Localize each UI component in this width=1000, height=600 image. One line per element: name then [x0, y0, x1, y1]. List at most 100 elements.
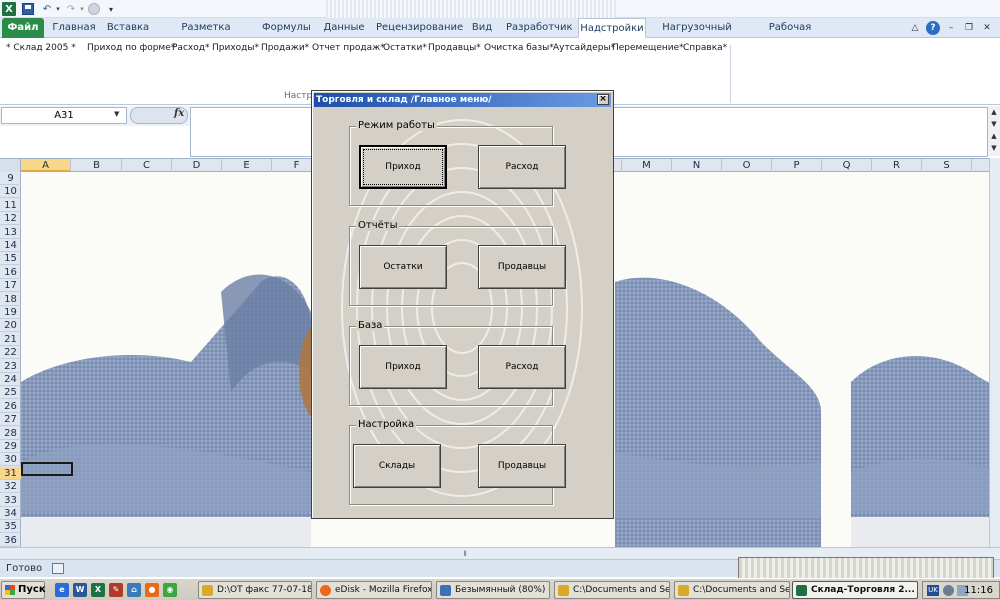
word-icon[interactable]: W [73, 583, 87, 597]
taskbar-item-documents-2[interactable]: C:\Documents and Set... [674, 581, 790, 599]
menu-item-otchet-prodazh[interactable]: Отчет продаж* [312, 42, 385, 54]
row-header[interactable]: 14 [0, 239, 21, 252]
name-box[interactable]: A31 [1, 107, 127, 124]
insert-function-icon[interactable]: fx [174, 108, 184, 119]
row-header[interactable]: 24 [0, 373, 21, 386]
network-icon[interactable]: ⌂ [127, 583, 141, 597]
name-box-dropdown-icon[interactable]: ▼ [114, 110, 119, 118]
row-header[interactable]: 16 [0, 266, 21, 279]
column-header[interactable]: C [122, 159, 172, 172]
dialog-close-button[interactable]: × [597, 94, 609, 105]
row-header[interactable]: 17 [0, 279, 21, 293]
tab-home[interactable]: Главная [52, 18, 96, 38]
row-header[interactable]: 29 [0, 440, 21, 453]
settings-sklady-button[interactable]: Склады [353, 444, 441, 488]
settings-prodavtsy-button[interactable]: Продавцы [478, 444, 566, 488]
row-header[interactable]: 25 [0, 386, 21, 400]
clock[interactable]: 11:16 [964, 585, 993, 596]
menu-item-raskhod[interactable]: Расход* [172, 42, 209, 54]
tab-view[interactable]: Вид [468, 18, 496, 38]
vertical-scrollbar[interactable] [989, 158, 1000, 547]
row-header[interactable]: 18 [0, 293, 21, 306]
row-header[interactable]: 26 [0, 400, 21, 413]
tab-load-test[interactable]: Нагрузочный тест [654, 18, 740, 53]
menu-item-ostatki[interactable]: Остатки* [383, 42, 427, 54]
dialog-title-bar[interactable]: Торговля и склад /Главное меню/ × [314, 93, 611, 107]
column-header[interactable]: P [772, 159, 822, 172]
menu-item-prodazhi[interactable]: Продажи* [261, 42, 309, 54]
row-header[interactable]: 19 [0, 306, 21, 319]
tab-insert[interactable]: Вставка [106, 18, 150, 38]
column-header[interactable]: R [872, 159, 922, 172]
language-indicator[interactable]: UK [927, 585, 939, 596]
row-header[interactable]: 33 [0, 494, 21, 507]
select-all-corner[interactable] [0, 159, 21, 172]
tab-data[interactable]: Данные [322, 18, 366, 38]
tray-app-icon[interactable] [943, 585, 954, 596]
tab-add-ins[interactable]: Надстройки [578, 18, 646, 38]
row-header[interactable]: 23 [0, 360, 21, 373]
database-raskhod-button[interactable]: Расход [478, 345, 566, 389]
taskbar-item-folder-fax[interactable]: D:\OT факс 77-07-18 [198, 581, 312, 599]
taskbar-item-documents-1[interactable]: C:\Documents and Set... [554, 581, 670, 599]
column-header[interactable]: Q [822, 159, 872, 172]
column-header[interactable]: S [922, 159, 972, 172]
tab-developer[interactable]: Разработчик [506, 18, 573, 38]
taskbar-item-excel[interactable]: Склад-Торговля 2... [792, 581, 918, 599]
column-header[interactable]: M [622, 159, 672, 172]
quick-action-icon[interactable] [88, 3, 100, 15]
column-header[interactable]: B [72, 159, 122, 172]
row-header[interactable]: 21 [0, 333, 21, 346]
excel-icon[interactable]: X [91, 583, 105, 597]
undo-icon[interactable]: ↶ [40, 2, 54, 16]
row-header[interactable]: 12 [0, 212, 21, 226]
row-header[interactable]: 11 [0, 199, 21, 212]
row-header[interactable]: 32 [0, 480, 21, 494]
tab-page-layout[interactable]: Разметка страницы [160, 18, 252, 53]
work-mode-prikhod-button[interactable]: Приход [359, 145, 447, 189]
customize-quick-access-icon[interactable]: ▾ [106, 2, 116, 16]
column-header[interactable]: D [172, 159, 222, 172]
row-header[interactable]: 9 [0, 172, 21, 185]
tab-formulas[interactable]: Формулы [262, 18, 311, 38]
ie-icon[interactable]: e [55, 583, 69, 597]
menu-item-peremeshchenie[interactable]: Перемещение* [612, 42, 684, 54]
row-header[interactable]: 28 [0, 427, 21, 440]
macro-record-icon[interactable] [52, 563, 64, 574]
close-window-icon[interactable]: ✕ [980, 21, 994, 35]
excel-logo-icon[interactable]: X [2, 2, 16, 16]
row-header[interactable]: 10 [0, 185, 21, 199]
firefox-icon[interactable]: ● [145, 583, 159, 597]
row-header[interactable]: 20 [0, 319, 21, 333]
tab-workgroup[interactable]: Рабочая группа [750, 18, 830, 53]
row-header[interactable]: 35 [0, 520, 21, 534]
menu-item-spravka[interactable]: Справка* [683, 42, 727, 54]
reports-ostatki-button[interactable]: Остатки [359, 245, 447, 289]
work-mode-raskhod-button[interactable]: Расход [478, 145, 566, 189]
column-header[interactable]: A [21, 159, 71, 172]
tab-review[interactable]: Рецензирование [376, 18, 463, 38]
taskbar-item-firefox[interactable]: eDisk - Mozilla Firefox [316, 581, 432, 599]
formula-bar-expand[interactable]: ▲ ▼ ▲ ▼ [988, 106, 1000, 156]
help-icon[interactable]: ? [926, 21, 940, 35]
undo-dropdown-icon[interactable]: ▾ [54, 2, 62, 16]
chrome-icon[interactable]: ◉ [163, 583, 177, 597]
row-header[interactable]: 15 [0, 252, 21, 266]
redo-dropdown-icon[interactable]: ▾ [78, 2, 86, 16]
column-header[interactable]: E [222, 159, 272, 172]
database-prikhod-button[interactable]: Приход [359, 345, 447, 389]
row-header[interactable]: 34 [0, 507, 21, 520]
menu-item-autsaydery[interactable]: Аутсайдеры* [553, 42, 615, 54]
menu-item-ochistka-bazy[interactable]: Очистка базы* [484, 42, 554, 54]
menu-item-prodavtsy[interactable]: Продавцы* [428, 42, 481, 54]
row-header[interactable]: 27 [0, 413, 21, 427]
scrollbar-thumb[interactable]: ⦀ [456, 550, 474, 558]
row-header[interactable]: 22 [0, 346, 21, 360]
reports-prodavtsy-button[interactable]: Продавцы [478, 245, 566, 289]
paint-icon[interactable]: ✎ [109, 583, 123, 597]
menu-item-sklad-2005[interactable]: * Склад 2005 * [6, 42, 76, 54]
taskbar-item-paint[interactable]: Безымянный (80%) - ... [436, 581, 550, 599]
restore-window-icon[interactable]: ❐ [962, 21, 976, 35]
minimize-ribbon-icon[interactable]: △ [908, 21, 922, 35]
row-header[interactable]: 31 [0, 466, 21, 480]
